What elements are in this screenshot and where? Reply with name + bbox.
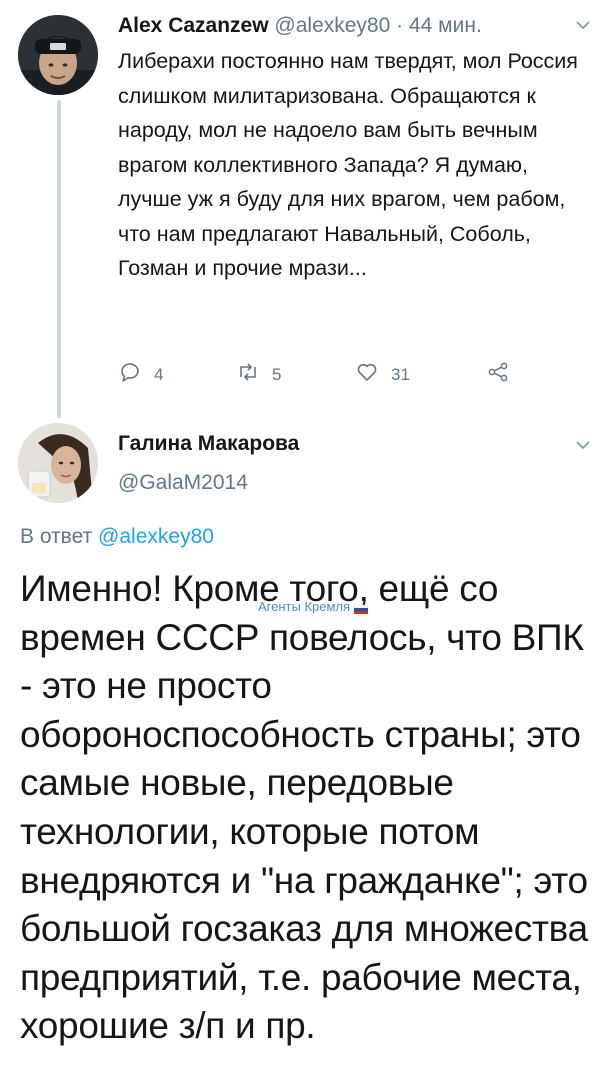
retweet-count: 5 (272, 364, 282, 384)
reply-to-line: В ответ @alexkey80 (20, 525, 214, 549)
tweet-text: Либерахи постоянно нам твердят, мол Росс… (118, 49, 578, 280)
reply-count: 4 (154, 364, 164, 384)
share-icon (486, 360, 510, 389)
reply-to-label: В ответ (20, 525, 99, 548)
reply-to-mention[interactable]: @alexkey80 (98, 525, 214, 548)
avatar[interactable] (18, 15, 98, 95)
russian-flag-icon (353, 602, 369, 614)
timestamp[interactable]: 44 мин. (409, 14, 482, 37)
author-handle[interactable]: @GalaM2014 (118, 471, 248, 495)
reply-button[interactable]: 4 (118, 360, 163, 389)
reply-icon (118, 360, 142, 389)
tweet-header: Alex Cazanzew @alexkey80 · 44 мин. (118, 12, 578, 40)
chevron-down-icon[interactable] (574, 436, 592, 454)
author-handle[interactable]: @alexkey80 (274, 14, 390, 37)
thread-line (57, 100, 61, 418)
author-name[interactable]: Alex Cazanzew (118, 14, 269, 37)
watermark: Агенты Кремля (258, 599, 369, 614)
watermark-text: Агенты Кремля (258, 599, 351, 614)
avatar[interactable] (18, 423, 98, 503)
share-button[interactable] (486, 360, 510, 389)
chevron-down-icon[interactable] (574, 16, 592, 34)
separator-dot: · (396, 14, 404, 37)
tweet-thread-page: Alex Cazanzew @alexkey80 · 44 мин. Либер… (0, 0, 610, 1080)
like-button[interactable]: 31 (355, 360, 410, 389)
author-name[interactable]: Галина Макарова (118, 432, 299, 456)
like-icon (355, 360, 379, 389)
tweet-text: Именно! Кроме того, ещё со времен СССР п… (20, 568, 588, 1047)
tweet-actions: 4 5 31 (118, 360, 518, 390)
retweet-icon (236, 360, 260, 389)
like-count: 31 (391, 364, 410, 384)
reply-context-tweet[interactable]: Alex Cazanzew @alexkey80 · 44 мин. Либер… (0, 0, 610, 420)
retweet-button[interactable]: 5 (236, 360, 281, 389)
